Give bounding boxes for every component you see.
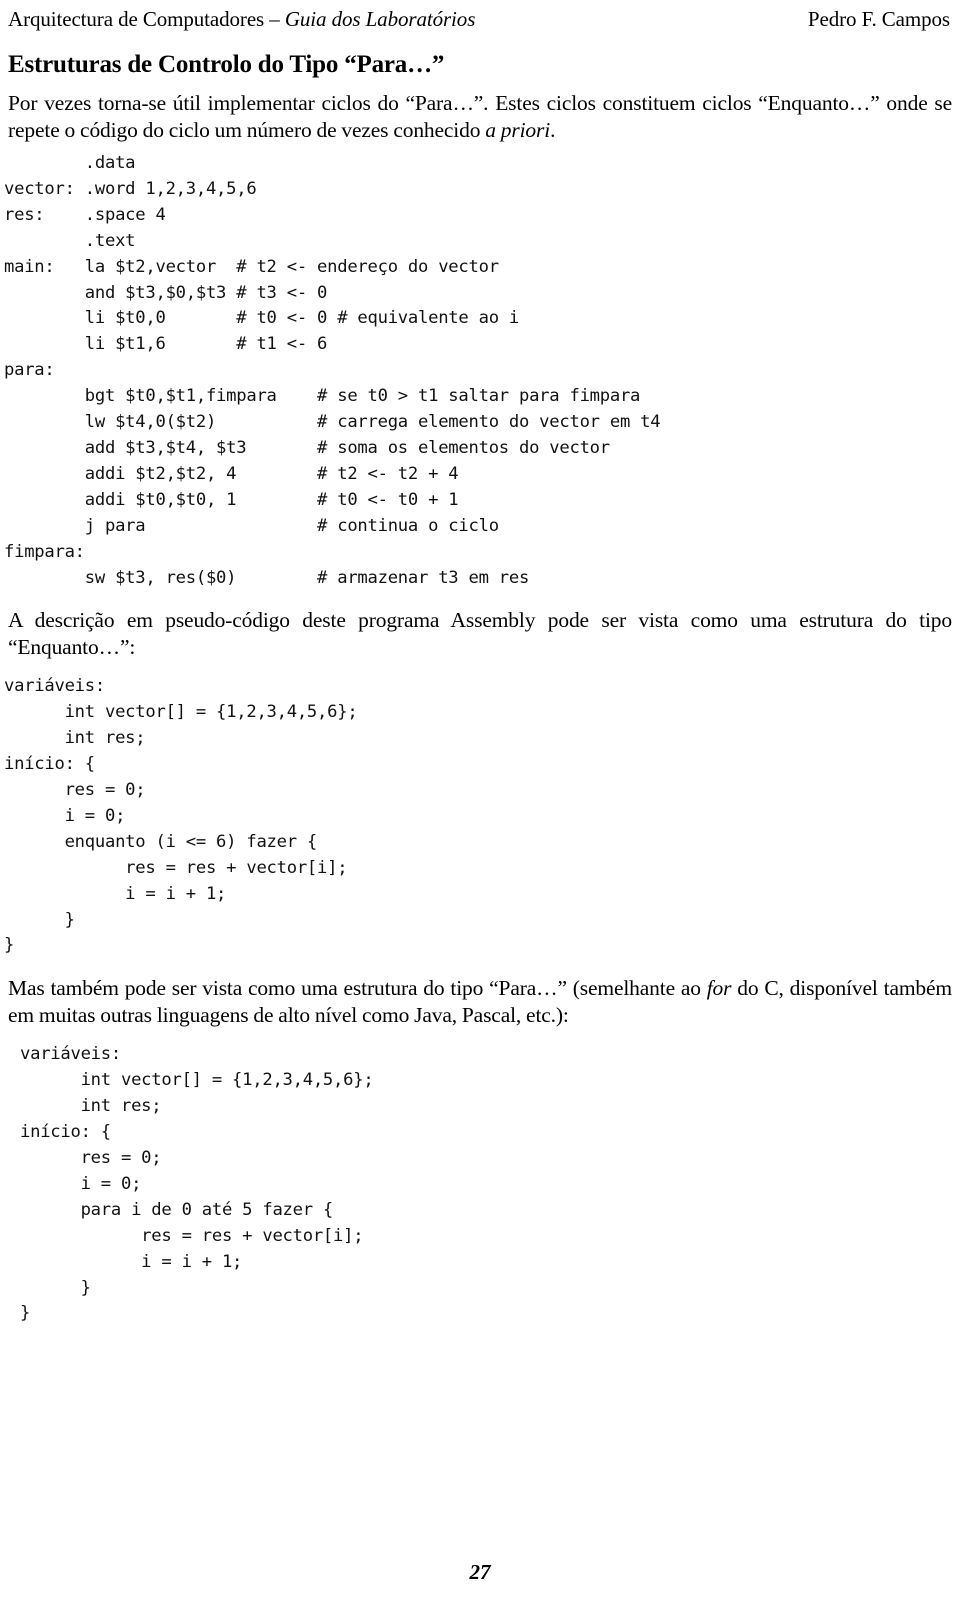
- header-author: Pedro F. Campos: [807, 7, 950, 31]
- document-page: Arquitectura de Computadores – Guia dos …: [0, 0, 960, 1613]
- page-title: Estruturas de Controlo do Tipo “Para…”: [8, 51, 445, 78]
- paragraph-after-pseudo-enquanto: Mas também pode ser vista como uma estru…: [8, 975, 952, 1028]
- running-header: Arquitectura de Computadores – Guia dos …: [8, 6, 950, 34]
- paragraph-after-assembly: A descrição em pseudo-código deste progr…: [8, 608, 952, 659]
- header-course-name: Arquitectura de Computadores –: [8, 7, 285, 31]
- paragraph-intro-text-b: .: [550, 117, 556, 142]
- paragraph-intro-italic: a priori: [485, 117, 551, 142]
- header-guide-name: Guia dos Laboratórios: [284, 7, 476, 31]
- header-title-left: Arquitectura de Computadores – Guia dos …: [8, 6, 475, 32]
- code-block-pseudo-para: variáveis: int vector[] = {1,2,3,4,5,6};…: [20, 1044, 374, 1324]
- paragraph-para-text-a: Mas também pode ser vista como uma estru…: [8, 976, 707, 1001]
- document-content: Estruturas de Controlo do Tipo “Para…” P…: [4, 44, 952, 1333]
- page-number: 27: [469, 1560, 491, 1584]
- code-block-assembly: .data vector: .word 1,2,3,4,5,6 res: .sp…: [4, 153, 661, 588]
- paragraph-intro: Por vezes torna-se útil implementar cicl…: [8, 90, 952, 143]
- paragraph-para-italic-for: for: [706, 976, 732, 1001]
- paragraph-intro-text-a: Por vezes torna-se útil implementar cicl…: [8, 91, 952, 142]
- code-block-pseudo-enquanto: variáveis: int vector[] = {1,2,3,4,5,6};…: [4, 676, 358, 956]
